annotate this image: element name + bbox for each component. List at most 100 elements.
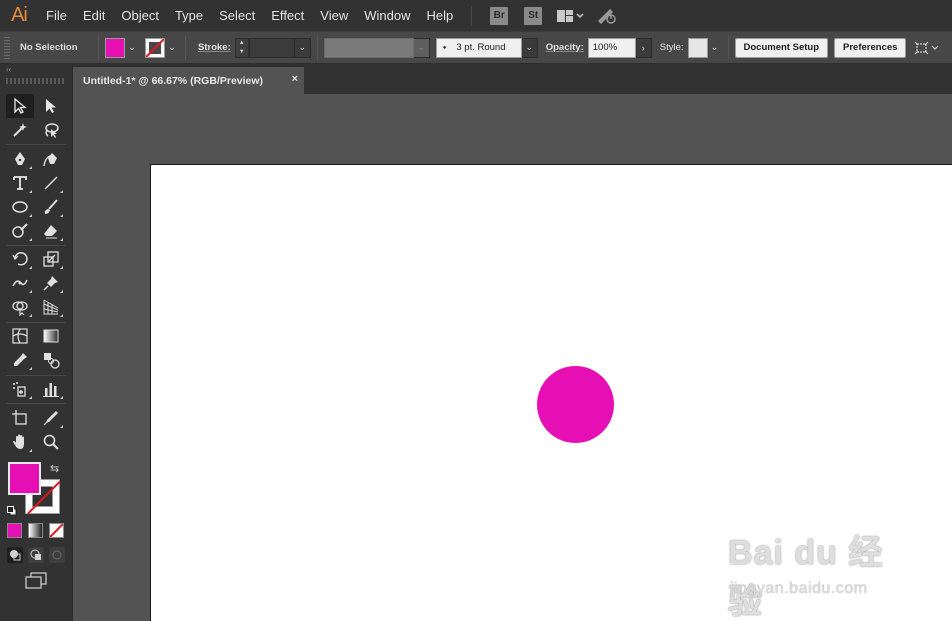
direct-selection-tool[interactable] bbox=[37, 94, 65, 118]
symbol-sprayer-tool[interactable] bbox=[6, 377, 34, 401]
control-bar-grip[interactable] bbox=[4, 36, 10, 59]
watermark-url: jingyan.baidu.com bbox=[730, 580, 868, 597]
perspective-grid-tool[interactable] bbox=[37, 295, 65, 319]
pen-tool[interactable] bbox=[6, 147, 34, 171]
variable-width-profile[interactable] bbox=[323, 37, 414, 58]
document-setup-button[interactable]: Document Setup bbox=[734, 37, 828, 58]
paintbrush-tool[interactable] bbox=[37, 195, 65, 219]
graphic-style-dropdown[interactable]: ⌄ bbox=[708, 38, 722, 58]
hand-tool[interactable] bbox=[6, 430, 34, 454]
rotate-tool[interactable] bbox=[6, 247, 34, 271]
stroke-label[interactable]: Stroke: bbox=[198, 42, 231, 53]
close-tab-button[interactable]: × bbox=[292, 73, 298, 85]
shape-builder-tool[interactable] bbox=[6, 295, 34, 319]
menu-effect[interactable]: Effect bbox=[263, 0, 312, 31]
arrange-documents-button[interactable] bbox=[556, 9, 584, 23]
blend-tool[interactable] bbox=[37, 348, 65, 372]
puppet-warp-tool[interactable] bbox=[37, 271, 65, 295]
mesh-icon bbox=[12, 328, 28, 344]
curvature-tool[interactable] bbox=[37, 147, 65, 171]
menu-file[interactable]: File bbox=[38, 0, 75, 31]
stock-button[interactable]: St bbox=[524, 6, 543, 25]
menu-object[interactable]: Object bbox=[113, 0, 167, 31]
menu-edit[interactable]: Edit bbox=[75, 0, 113, 31]
document-tab[interactable]: Untitled-1* @ 66.67% (RGB/Preview) × bbox=[73, 67, 304, 94]
fill-swatch[interactable] bbox=[105, 37, 125, 58]
none-mode-button[interactable] bbox=[49, 523, 64, 538]
draw-inside-button[interactable] bbox=[49, 547, 65, 563]
line-segment-tool[interactable] bbox=[37, 171, 65, 195]
tool-group-indicator bbox=[29, 314, 32, 317]
menu-help[interactable]: Help bbox=[418, 0, 461, 31]
gradient-mode-button[interactable] bbox=[28, 523, 43, 538]
variable-width-dropdown[interactable]: ⌄ bbox=[413, 37, 430, 58]
menu-type[interactable]: Type bbox=[167, 0, 211, 31]
draw-inside-icon bbox=[52, 550, 62, 560]
opacity-field[interactable]: 100% bbox=[587, 37, 636, 58]
rocket-icon bbox=[598, 8, 616, 24]
document-tab-title: Untitled-1* @ 66.67% (RGB/Preview) bbox=[83, 74, 264, 87]
shaper-tool[interactable] bbox=[6, 219, 34, 243]
transform-options-button[interactable] bbox=[914, 40, 940, 56]
brush-definition-dropdown[interactable]: ⌄ bbox=[521, 37, 538, 58]
gpu-performance-button[interactable] bbox=[596, 7, 618, 25]
tool-group-indicator bbox=[60, 214, 63, 217]
lasso-tool[interactable] bbox=[37, 118, 65, 142]
eyedropper-icon bbox=[14, 353, 27, 366]
stroke-dropdown[interactable]: ⌄ bbox=[165, 38, 179, 58]
default-fill-stroke-icon[interactable] bbox=[7, 503, 17, 516]
lasso-icon bbox=[45, 123, 59, 138]
gradient-tool[interactable] bbox=[37, 324, 65, 348]
slice-tool[interactable] bbox=[37, 406, 65, 430]
divider bbox=[185, 35, 186, 60]
brush-definition-value: 3 pt. Round bbox=[456, 41, 506, 53]
selection-tool[interactable] bbox=[6, 94, 34, 118]
column-graph-icon bbox=[43, 383, 59, 397]
draw-normal-button[interactable] bbox=[7, 547, 23, 563]
eyedropper-tool[interactable] bbox=[6, 348, 34, 372]
stroke-weight-field[interactable] bbox=[248, 37, 295, 58]
artboard-tool[interactable] bbox=[6, 406, 34, 430]
fill-color-box[interactable] bbox=[8, 462, 41, 495]
none-icon bbox=[50, 524, 63, 537]
chevron-down-icon: ⌄ bbox=[298, 42, 306, 52]
fill-dropdown[interactable]: ⌄ bbox=[125, 38, 139, 58]
tool-group-indicator bbox=[29, 290, 32, 293]
bridge-button[interactable]: Br bbox=[490, 6, 509, 25]
graphic-style-swatch[interactable] bbox=[687, 37, 708, 58]
menu-select[interactable]: Select bbox=[211, 0, 263, 31]
mesh-tool[interactable] bbox=[6, 324, 34, 348]
column-graph-tool[interactable] bbox=[37, 377, 65, 401]
change-screen-mode-button[interactable] bbox=[24, 572, 48, 595]
stroke-weight-dropdown[interactable]: ⌄ bbox=[294, 37, 311, 58]
swap-fill-stroke-icon[interactable]: ⇆ bbox=[50, 462, 59, 475]
default-colors-icon bbox=[7, 506, 17, 516]
scale-tool[interactable] bbox=[37, 247, 65, 271]
divider bbox=[316, 35, 318, 60]
magic-wand-tool[interactable] bbox=[6, 118, 34, 142]
brush-definition-field[interactable]: ● 3 pt. Round bbox=[435, 37, 522, 58]
rotate-icon bbox=[12, 252, 28, 266]
stroke-swatch[interactable] bbox=[145, 37, 165, 58]
preferences-button[interactable]: Preferences bbox=[834, 37, 907, 58]
opacity-label[interactable]: Opacity: bbox=[546, 42, 584, 53]
draw-behind-button[interactable] bbox=[28, 547, 44, 563]
eraser-tool[interactable] bbox=[37, 219, 65, 243]
tool-group-indicator bbox=[60, 314, 63, 317]
collapse-panel-button[interactable]: ‹‹ bbox=[0, 64, 72, 76]
zoom-tool[interactable] bbox=[37, 430, 65, 454]
symbol-sprayer-icon bbox=[13, 382, 26, 397]
ellipse-tool[interactable] bbox=[6, 195, 34, 219]
menu-view[interactable]: View bbox=[312, 0, 356, 31]
stroke-weight-spinner[interactable]: ▲ ▼ bbox=[234, 37, 249, 58]
width-tool[interactable] bbox=[6, 271, 34, 295]
menu-window[interactable]: Window bbox=[356, 0, 418, 31]
arrange-documents-icon bbox=[557, 9, 584, 22]
color-mode-button[interactable] bbox=[7, 523, 22, 538]
opacity-arrow[interactable]: › bbox=[635, 37, 652, 58]
tools-panel-grip[interactable] bbox=[6, 78, 66, 84]
selection-status: No Selection bbox=[20, 42, 78, 53]
type-t-icon bbox=[13, 176, 27, 190]
type-tool[interactable] bbox=[6, 171, 34, 195]
magenta-circle-shape[interactable] bbox=[537, 366, 614, 443]
